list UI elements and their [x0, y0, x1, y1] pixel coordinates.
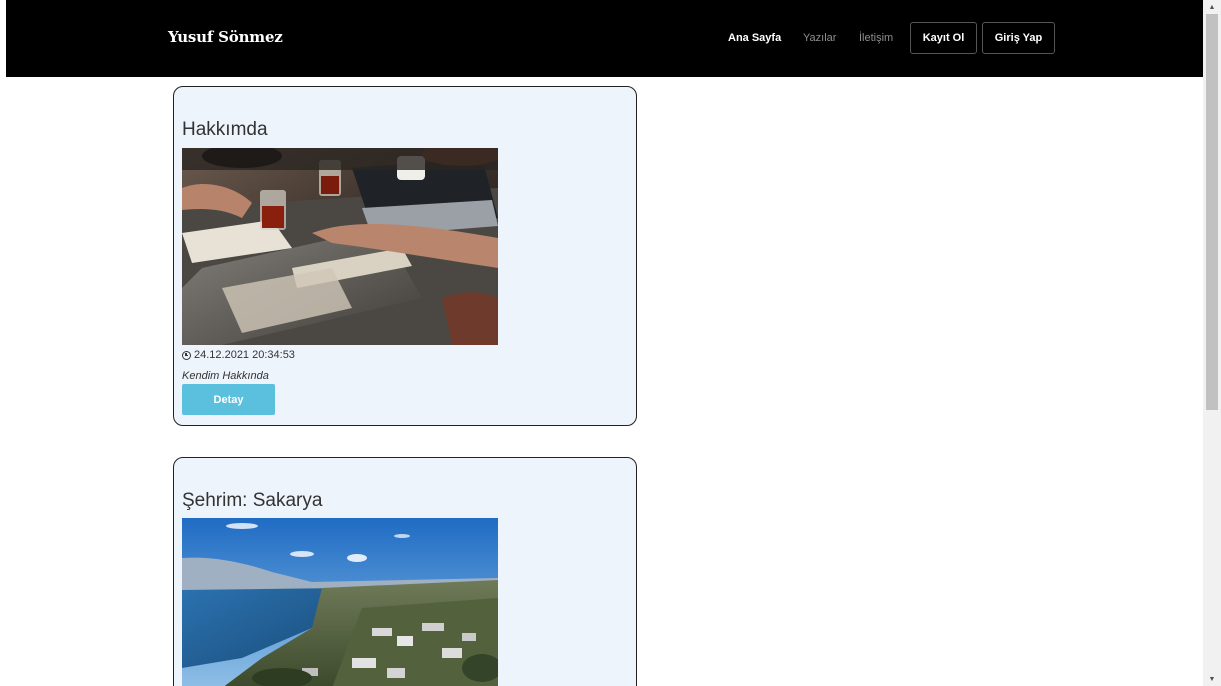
browser-viewport: Yusuf Sönmez Ana Sayfa Yazılar İletişim …: [0, 0, 1221, 686]
scroll-up-arrow-icon[interactable]: ▲: [1203, 0, 1221, 14]
nav-link-contact[interactable]: İletişim: [859, 32, 893, 44]
brand-link[interactable]: Yusuf Sönmez: [168, 28, 283, 46]
scroll-down-arrow-icon[interactable]: ▼: [1203, 672, 1221, 686]
navbar: Yusuf Sönmez Ana Sayfa Yazılar İletişim …: [6, 0, 1203, 77]
landscape-photo-icon: [182, 518, 498, 686]
post-summary: Kendim Hakkında: [182, 370, 269, 382]
page-scrollbar[interactable]: ▲ ▼: [1203, 0, 1221, 686]
scrollbar-thumb[interactable]: [1206, 14, 1218, 410]
login-button[interactable]: Giriş Yap: [982, 22, 1055, 54]
post-date-text: 24.12.2021 20:34:53: [194, 349, 295, 361]
post-title[interactable]: Şehrim: Sakarya: [182, 490, 322, 512]
nav-link-home[interactable]: Ana Sayfa: [728, 32, 781, 44]
post-image: [182, 148, 498, 345]
post-date: 24.12.2021 20:34:53: [182, 349, 295, 361]
register-button[interactable]: Kayıt Ol: [910, 22, 977, 54]
nav-link-posts[interactable]: Yazılar: [803, 32, 836, 44]
meeting-photo-icon: [182, 148, 498, 345]
detail-button[interactable]: Detay: [182, 384, 275, 415]
post-image: [182, 518, 498, 686]
post-card: Hakkımda 24.12.2021 20:34:53 Kendim Hakk…: [173, 86, 637, 426]
clock-icon: [182, 350, 191, 360]
post-title[interactable]: Hakkımda: [182, 119, 268, 141]
post-card: Şehrim: Sakarya: [173, 457, 637, 686]
